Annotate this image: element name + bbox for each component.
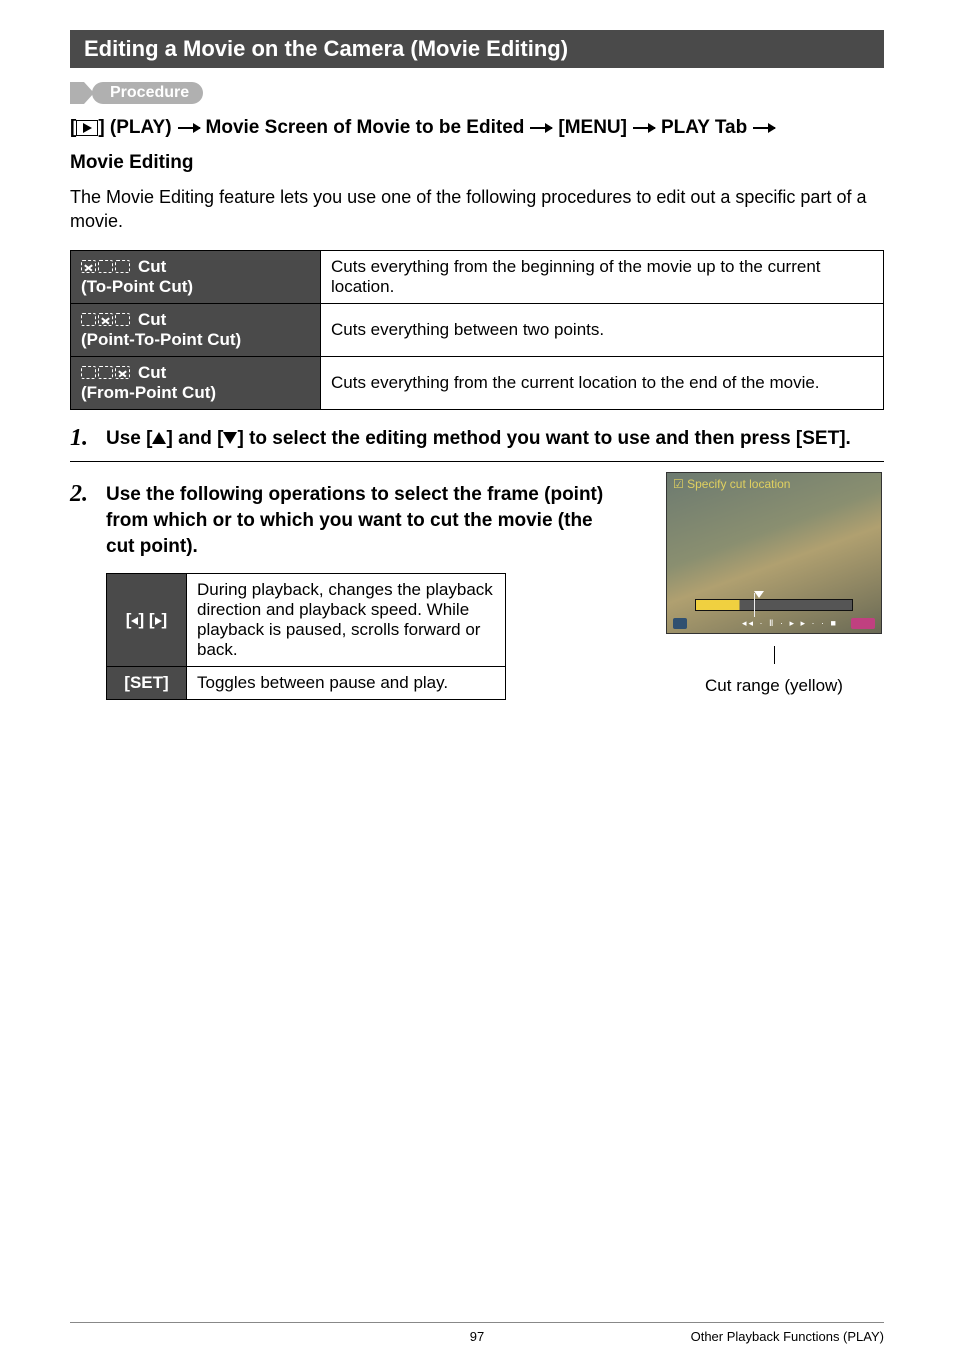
page-number: 97 <box>470 1329 484 1344</box>
footer-section: Other Playback Functions (PLAY) <box>691 1329 884 1344</box>
page-footer: 97 Other Playback Functions (PLAY) <box>70 1322 884 1329</box>
path-segment: [] (PLAY) <box>70 114 172 143</box>
step-number: 2. <box>70 482 96 559</box>
set-badge-icon <box>673 618 687 629</box>
left-key-icon <box>131 617 138 625</box>
cut-description: Cuts everything from the current locatio… <box>321 356 884 409</box>
playback-controls-icon: ◂◂ · Ⅱ · ▸ ▸ · · ■ <box>742 618 838 629</box>
control-key: [] [] <box>107 574 187 667</box>
menu-badge-icon <box>851 618 875 629</box>
menu-path: [] (PLAY) Movie Screen of Movie to be Ed… <box>70 114 884 177</box>
control-key: [SET] <box>107 667 187 700</box>
control-description: During playback, changes the playback di… <box>187 574 506 667</box>
thumbnail-image: ☑ Specify cut location ◂◂ · Ⅱ · ▸ ▸ · · … <box>666 472 882 634</box>
thumbnail-caption: Cut range (yellow) <box>705 676 843 696</box>
procedure-marker-icon <box>70 82 84 104</box>
timeline-bar <box>695 599 853 611</box>
step-2: 2. Use the following operations to selec… <box>70 482 624 559</box>
controls-table: [] [] During playback, changes the playb… <box>106 573 506 700</box>
table-row: Cut (From-Point Cut) Cuts everything fro… <box>71 356 884 409</box>
path-segment: Movie Editing <box>70 149 194 178</box>
intro-text: The Movie Editing feature lets you use o… <box>70 185 884 234</box>
playhead-marker-icon <box>754 591 764 598</box>
table-row: Cut (Point-To-Point Cut) Cuts everything… <box>71 303 884 356</box>
cut-pattern-icon <box>81 313 130 326</box>
step-number: 1. <box>70 426 96 452</box>
page-title: Editing a Movie on the Camera (Movie Edi… <box>70 30 884 68</box>
table-row: [SET] Toggles between pause and play. <box>107 667 506 700</box>
playhead-line <box>754 593 755 617</box>
thumbnail-title: ☑ Specify cut location <box>673 477 790 491</box>
step-text: Use [] and [] to select the editing meth… <box>106 426 884 452</box>
procedure-label: Procedure <box>92 82 203 104</box>
down-key-icon <box>223 432 237 444</box>
arrow-icon <box>178 127 200 129</box>
cut-label: Cut <box>138 363 166 383</box>
table-row: Cut (To-Point Cut) Cuts everything from … <box>71 250 884 303</box>
path-segment: [MENU] <box>558 114 627 143</box>
path-segment: PLAY Tab <box>661 114 747 143</box>
callout-line <box>774 646 775 664</box>
arrow-icon <box>753 127 775 129</box>
cut-label: Cut <box>138 310 166 330</box>
control-description: Toggles between pause and play. <box>187 667 506 700</box>
arrow-icon <box>633 127 655 129</box>
cut-label: Cut <box>138 257 166 277</box>
procedure-heading: Procedure <box>70 82 884 104</box>
arrow-icon <box>530 127 552 129</box>
cut-sublabel: (Point-To-Point Cut) <box>81 330 310 350</box>
step-text: Use the following operations to select t… <box>106 482 624 559</box>
cut-description: Cuts everything from the beginning of th… <box>321 250 884 303</box>
play-mode-icon <box>76 120 98 136</box>
cut-description: Cuts everything between two points. <box>321 303 884 356</box>
right-key-icon <box>155 617 162 625</box>
path-segment: Movie Screen of Movie to be Edited <box>206 114 525 143</box>
step-1: 1. Use [] and [] to select the editing m… <box>70 426 884 452</box>
cut-options-table: Cut (To-Point Cut) Cuts everything from … <box>70 250 884 410</box>
screenshot-thumbnail: ☑ Specify cut location ◂◂ · Ⅱ · ▸ ▸ · · … <box>664 472 884 696</box>
cut-sublabel: (From-Point Cut) <box>81 383 310 403</box>
cut-pattern-icon <box>81 260 130 273</box>
table-row: [] [] During playback, changes the playb… <box>107 574 506 667</box>
cut-sublabel: (To-Point Cut) <box>81 277 310 297</box>
up-key-icon <box>152 432 166 444</box>
cut-pattern-icon <box>81 366 130 379</box>
